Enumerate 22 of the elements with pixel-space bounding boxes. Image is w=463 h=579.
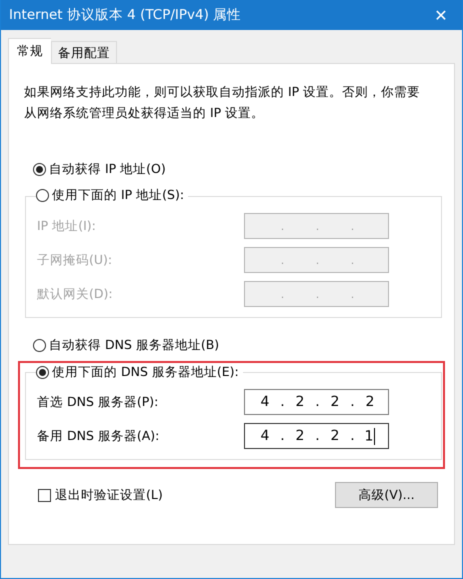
- tab[interactable]: 常规: [8, 38, 51, 64]
- field-label: 子网掩码(U):: [37, 252, 114, 268]
- radio-button[interactable]: [33, 163, 46, 176]
- radio-label: 使用下面的 IP 地址(S):: [52, 187, 184, 204]
- radio-label: 自动获得 IP 地址(O): [49, 161, 166, 178]
- window-title: Internet 协议版本 4 (TCP/IPv4) 属性: [9, 6, 242, 24]
- close-button[interactable]: ✕: [428, 6, 454, 24]
- checkbox[interactable]: [38, 488, 51, 502]
- advanced-button[interactable]: 高级(V)...: [335, 482, 438, 508]
- ip-address-field[interactable]: 4 . 2 . 2 . 2: [244, 389, 389, 415]
- tab[interactable]: 备用配置: [51, 41, 117, 63]
- radio-label: 自动获得 DNS 服务器地址(B): [49, 337, 220, 354]
- ip-address-field[interactable]: 4 . 2 . 2 . 1: [244, 423, 389, 449]
- field-label: IP 地址(I):: [37, 218, 97, 234]
- field-label: 首选 DNS 服务器(P):: [37, 394, 160, 410]
- radio-button[interactable]: [33, 339, 46, 352]
- checkbox-label: 退出时验证设置(L): [55, 486, 163, 504]
- field-label: 备用 DNS 服务器(A):: [37, 428, 160, 444]
- description-text: 如果网络支持此功能，则可以获取自动指派的 IP 设置。否则，你需要从网络系统管理员处获得适当的 IP 设置。: [24, 83, 422, 122]
- field-label: 默认网关(D):: [37, 286, 114, 302]
- radio-label: 使用下面的 DNS 服务器地址(E):: [52, 364, 239, 381]
- radio-button[interactable]: [36, 366, 49, 379]
